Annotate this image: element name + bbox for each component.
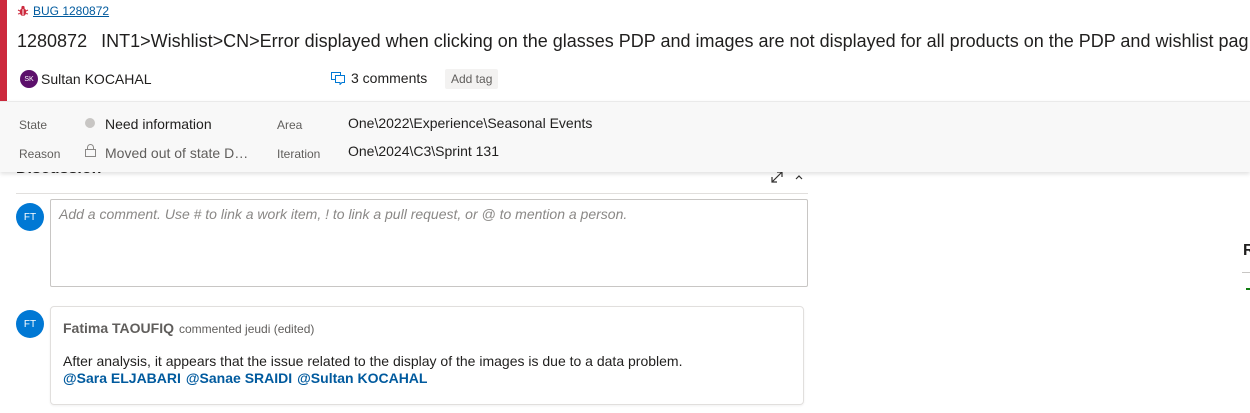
work-item-title[interactable]: INT1>Wishlist>CN>Error displayed when cl… [101,31,1248,51]
comment-card: Fatima TAOUFIQ commented jeudi (edited) … [50,306,804,405]
comments-link[interactable]: 3 comments [331,70,427,86]
mention-link[interactable]: @Sanae SRAIDI [186,370,292,386]
iteration-label: Iteration [277,147,321,161]
right-panel-status-mark [1246,288,1250,290]
work-item-type-color-bar [0,0,7,101]
work-item-type: BUG 1280872 [17,4,109,18]
mention-link[interactable]: @Sultan KOCAHAL [297,370,427,386]
area-label: Area [277,118,303,132]
assignee-avatar[interactable]: SK [20,70,38,88]
comment-author[interactable]: Fatima TAOUFIQ [63,320,174,336]
lock-icon [85,144,96,157]
work-item-meta-row: SK Sultan KOCAHAL 3 comments Add tag [20,68,1250,90]
chevron-up-icon[interactable] [794,170,804,184]
comment-text: After analysis, it appears that the issu… [63,353,683,369]
comment-mentions: @Sara ELJABARI @Sanae SRAIDI @Sultan KOC… [63,370,427,386]
reason-value: Moved out of state De… [105,145,255,161]
work-item-title-row[interactable]: 1280872 INT1>Wishlist>CN>Error displayed … [17,31,1249,52]
assignee-name[interactable]: Sultan KOCAHAL [41,71,152,87]
comment-author-avatar[interactable]: FT [16,310,44,338]
right-panel-heading: R [1243,242,1250,259]
work-item-fields-panel: State Need information Reason Moved out … [0,101,1250,172]
expand-icon[interactable] [770,170,784,184]
iteration-dropdown[interactable]: One\2024\C3\Sprint 131 [348,143,499,159]
comments-count[interactable]: 3 comments [351,70,427,86]
work-item-header: BUG 1280872 1280872 INT1>Wishlist>CN>Erro… [0,0,1250,101]
discussion-divider [16,193,808,194]
mention-link[interactable]: @Sara ELJABARI [63,370,181,386]
bug-icon [17,5,29,16]
reason-label: Reason [19,147,61,161]
current-user-avatar: FT [16,203,44,231]
discussion-actions [770,170,804,184]
add-tag-button[interactable]: Add tag [445,69,499,89]
area-dropdown[interactable]: One\2022\Experience\Seasonal Events [348,115,592,131]
comment-meta: commented jeudi (edited) [179,322,315,336]
work-item-type-link[interactable]: BUG 1280872 [33,4,109,18]
comment-placeholder: Add a comment. Use # to link a work item… [59,206,628,222]
right-panel-divider [1242,272,1250,273]
state-dropdown[interactable]: Need information [105,116,212,132]
comment-icon [331,71,345,85]
state-label: State [19,118,48,132]
work-item-id: 1280872 [17,31,88,51]
comment-input[interactable]: Add a comment. Use # to link a work item… [50,199,808,287]
state-dot-icon [85,118,95,128]
